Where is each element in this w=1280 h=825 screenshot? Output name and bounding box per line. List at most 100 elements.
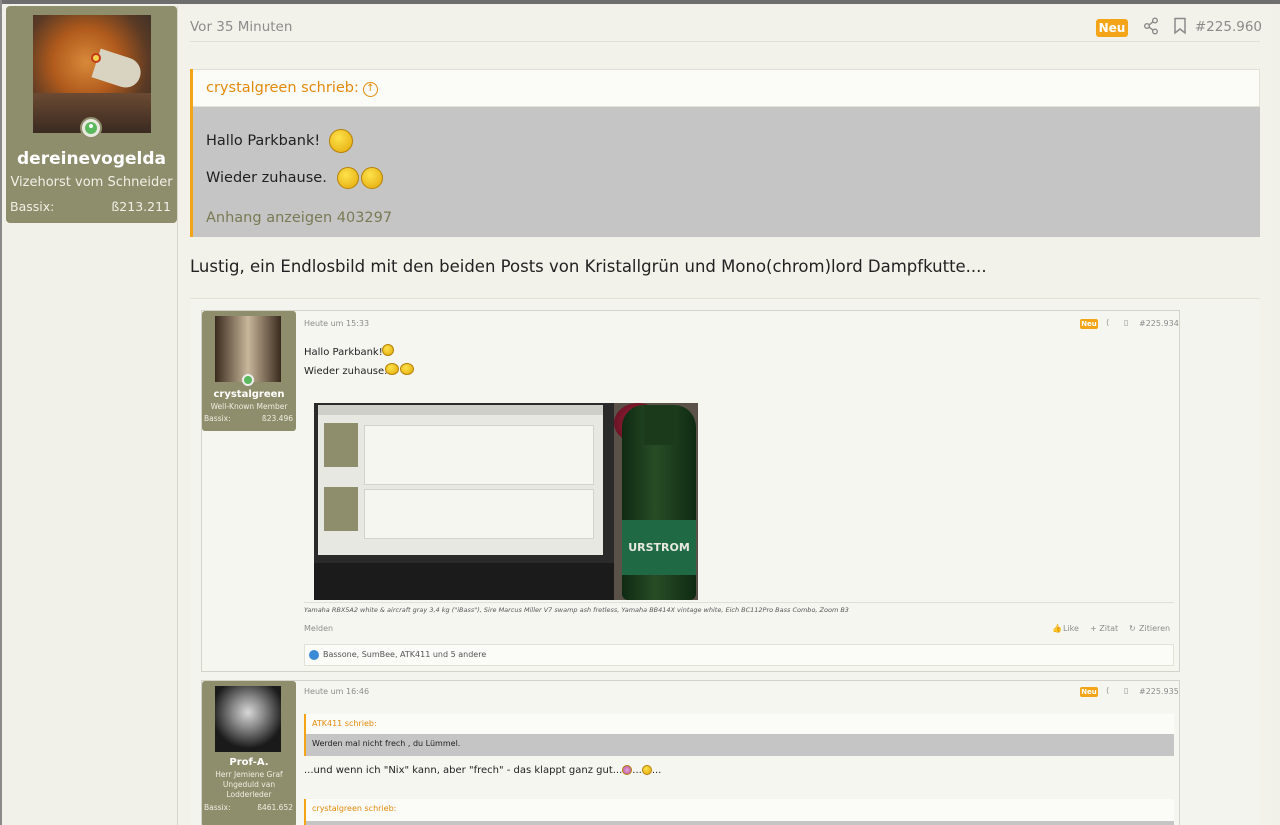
embedded-quote-1-text: Werden mal nicht frech , du Lümmel.: [312, 739, 461, 748]
username[interactable]: dereinevogelda: [6, 149, 177, 169]
embedded-line-1: Hallo Parkbank!: [304, 347, 383, 358]
photo-laptop: [314, 403, 614, 600]
embedded-stat-label-1: Bassix:: [204, 414, 231, 423]
post-number[interactable]: #225.960: [1195, 19, 1262, 35]
embedded-text-2: ...und wenn ich "Nix" kann, aber "frech"…: [304, 765, 661, 776]
embedded-photo: URSTROM: [314, 403, 698, 600]
embedded-user-title-2c: Lodderleder: [226, 790, 272, 799]
user-card: dereinevogelda Vizehorst vom Schneider B…: [6, 6, 185, 223]
quote-line-1-text: Hallo Parkbank!: [206, 133, 321, 149]
embedded-quote-2: crystalgreen schrieb:: [304, 799, 1174, 825]
quote-header: crystalgreen schrieb: ↑: [193, 69, 1260, 107]
quote-body: Hallo Parkbank! Wieder zuhause. Anhang a…: [193, 107, 1260, 237]
share-icon[interactable]: [1143, 17, 1159, 39]
embedded-number-2: #225.935: [1139, 687, 1179, 696]
window-left-border: [0, 0, 2, 825]
screen-user-card: [324, 423, 358, 467]
cheers-smiley-icon: [337, 167, 360, 189]
arrow-up-circle-icon[interactable]: ↑: [362, 82, 378, 97]
embedded-quote-1-head: ATK411 schrieb:: [306, 714, 1174, 734]
embedded-avatar-1: [215, 316, 281, 382]
embedded-user-title-2b: Ungeduld van: [222, 780, 276, 789]
embedded-reactions-bar: Bassone, SumBee, ATK411 und 5 andere: [304, 644, 1174, 666]
embedded-signature-divider: [304, 602, 1174, 603]
photo-keyboard: [314, 563, 614, 600]
embedded-post-1: crystalgreen Well-Known Member Bassix: ß…: [201, 310, 1180, 672]
embedded-avatar-2: [215, 686, 281, 752]
embedded-cheers-2-icon: [400, 363, 414, 375]
embedded-zitieren: Zitieren: [1139, 624, 1171, 633]
embedded-text-2-mid: ...: [632, 765, 642, 776]
quote-line-2: Wieder zuhause.: [206, 167, 384, 189]
embedded-user-title-1: Well-Known Member: [210, 402, 288, 411]
cheers-smiley-2-icon: [361, 167, 384, 189]
quote-line-2-text: Wieder zuhause.: [206, 170, 327, 186]
avatar-eye: [91, 53, 101, 63]
embedded-stat-value-1: ß23.496: [262, 414, 293, 423]
embedded-username-2: Prof-A.: [229, 757, 269, 768]
quote-author: crystalgreen schrieb:: [206, 80, 359, 96]
avatar[interactable]: [33, 15, 151, 133]
bottle-neck: [644, 405, 674, 445]
embedded-like: Like: [1063, 624, 1079, 633]
post-time[interactable]: Vor 35 Minuten: [190, 19, 292, 35]
user-stat-label: Bassix:: [10, 199, 55, 214]
screen-post: [364, 425, 594, 485]
embedded-reactions: Bassone, SumBee, ATK411 und 5 andere: [323, 650, 487, 659]
online-dot: [89, 124, 93, 128]
embedded-text-2-end: ...: [651, 765, 662, 776]
embedded-badge-1: Neu: [1080, 319, 1098, 329]
attachment-link[interactable]: Anhang anzeigen 403297: [206, 210, 392, 226]
angel-smiley-icon: [328, 129, 353, 153]
embedded-screenshot[interactable]: crystalgreen Well-Known Member Bassix: ß…: [190, 298, 1260, 825]
embedded-time-2: Heute um 16:46: [304, 687, 370, 696]
user-title: Vizehorst vom Schneider: [10, 175, 173, 190]
embedded-zitat: + Zitat: [1090, 624, 1119, 633]
screen-post-2: [364, 489, 594, 539]
embedded-smiley-icon: [641, 765, 652, 775]
embedded-line-2: Wieder zuhause.: [304, 366, 388, 377]
bottle-label: URSTROM: [622, 520, 696, 575]
embedded-online-icon: [242, 374, 254, 386]
quote-author-link[interactable]: crystalgreen schrieb: ↑: [206, 80, 378, 97]
embedded-stat-label-2: Bassix:: [204, 803, 231, 812]
embedded-quote-1-author: ATK411 schrieb:: [312, 719, 377, 728]
quote-block: crystalgreen schrieb: ↑ Hallo Parkbank! W…: [190, 69, 1260, 237]
embedded-quote-1: ATK411 schrieb: Werden mal nicht frech ,…: [304, 714, 1174, 756]
photo-laptop-screen: [318, 405, 603, 555]
embedded-badge-2: Neu: [1080, 687, 1098, 697]
embedded-report: Melden: [304, 624, 334, 633]
window-top-border: [0, 0, 1280, 4]
embedded-quote-1-body: Werden mal nicht frech , du Lümmel.: [306, 734, 1174, 756]
screen-browser-bar: [318, 405, 603, 415]
embedded-bookmark-icon-2: ▯: [1124, 686, 1129, 695]
photo-bottle: URSTROM: [622, 405, 696, 600]
embedded-reaction-icon: [309, 650, 319, 660]
embedded-number-1: #225.934: [1139, 319, 1179, 328]
embedded-zitieren-icon: ↻: [1129, 624, 1136, 633]
embedded-cheers-icon: [385, 363, 399, 375]
embedded-quote-2-author: crystalgreen schrieb:: [312, 804, 397, 813]
embedded-stat-value-2: ß461.652: [257, 803, 293, 812]
embedded-text-2-main: ...und wenn ich "Nix" kann, aber "frech"…: [304, 765, 623, 776]
quote-line-1: Hallo Parkbank!: [206, 129, 353, 153]
screen-user-card-2: [324, 487, 358, 531]
embedded-like-icon: 👍: [1052, 624, 1062, 633]
embedded-time-1: Heute um 15:33: [304, 319, 370, 328]
embedded-user-card-1: crystalgreen Well-Known Member Bassix: ß…: [202, 311, 296, 431]
embedded-bookmark-icon: ▯: [1124, 318, 1129, 327]
user-stat-value: ß213.211: [111, 199, 171, 214]
embedded-username-1: crystalgreen: [213, 389, 285, 400]
embedded-user-card-2: Prof-A. Herr Jemiene Graf Ungeduld van L…: [202, 681, 296, 825]
new-badge: Neu: [1096, 19, 1128, 37]
embedded-share-icon-2: ⟨: [1106, 686, 1110, 695]
bookmark-icon[interactable]: [1173, 17, 1187, 39]
online-icon: [80, 117, 102, 139]
embedded-signature: Yamaha RBX5A2 white & aircraft gray 3,4 …: [304, 606, 849, 614]
embedded-post-2: Prof-A. Herr Jemiene Graf Ungeduld van L…: [201, 680, 1180, 825]
embedded-user-title-2a: Herr Jemiene Graf: [215, 770, 283, 779]
embedded-quote-2-body: [306, 821, 1174, 825]
embedded-share-icon: ⟨: [1106, 318, 1110, 327]
embedded-devil-icon: [622, 765, 633, 775]
header-divider: [190, 41, 1260, 42]
